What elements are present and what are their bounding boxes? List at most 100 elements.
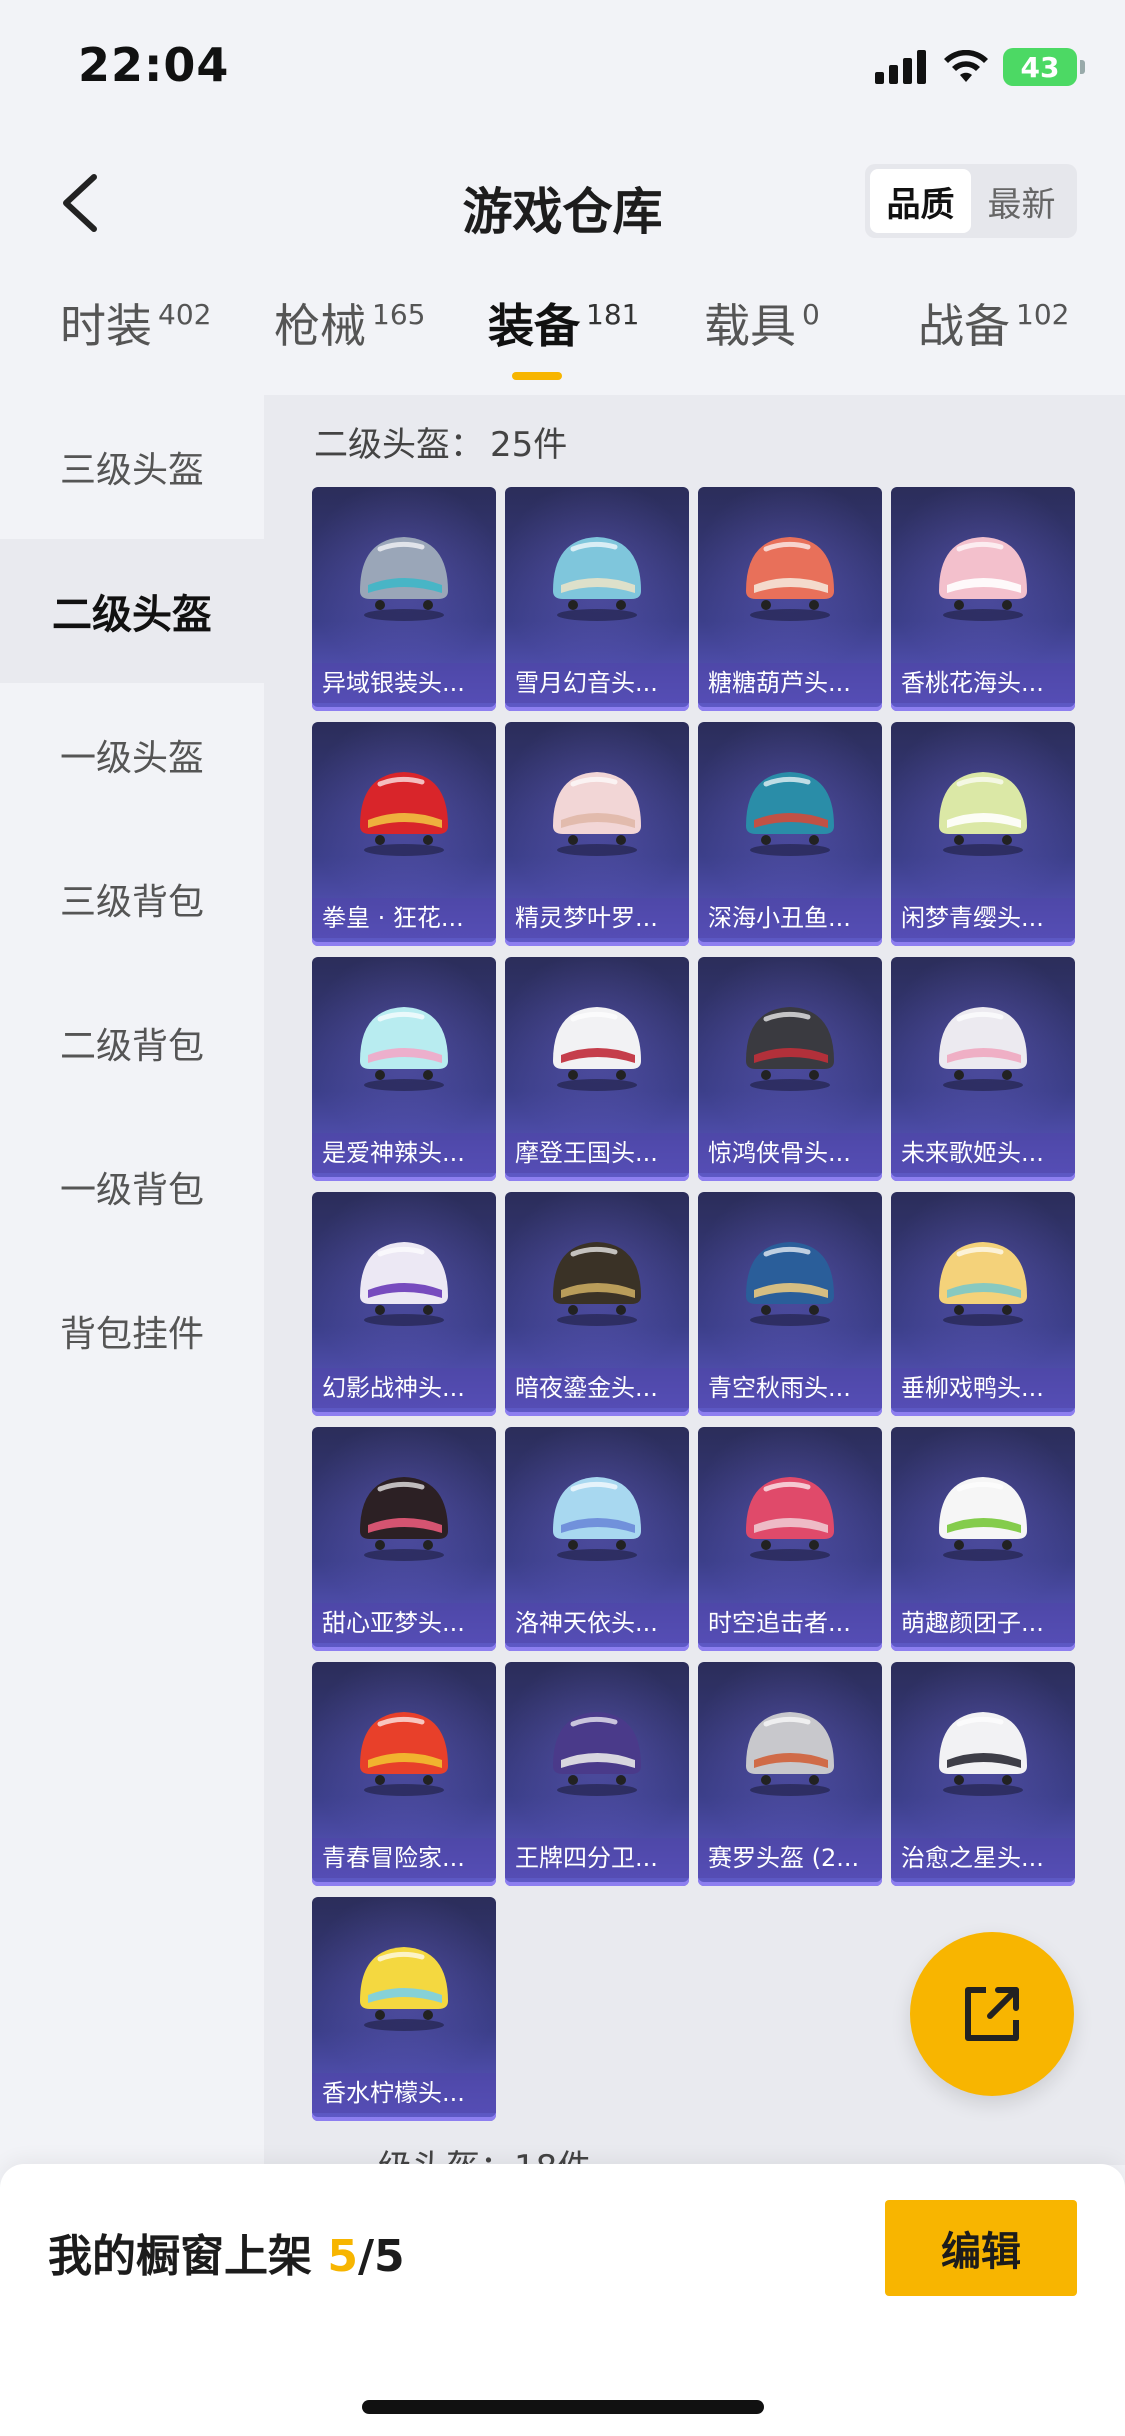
sidebar-item-level3-backpack[interactable]: 三级背包 (0, 827, 264, 971)
item-grid: 异域银装头... 雪月幻音头... 糖糖葫芦头... 香桃花海头... 拳皇 · 狂花.… (312, 487, 1075, 2121)
item-card[interactable]: 惊鸿侠骨头... (698, 957, 882, 1181)
status-icons: 43 (875, 48, 1085, 86)
item-name: 雪月幻音头... (505, 663, 689, 703)
item-card[interactable]: 垂柳戏鸭头... (891, 1192, 1075, 1416)
sidebar-item-level2-helmet[interactable]: 二级头盔 (0, 539, 264, 683)
item-card[interactable]: 摩登王国头... (505, 957, 689, 1181)
helmet-icon (360, 1947, 448, 2031)
item-name: 甜心亚梦头... (312, 1603, 496, 1643)
item-card[interactable]: 深海小丑鱼... (698, 722, 882, 946)
item-name: 时空追击者... (698, 1603, 882, 1643)
item-card[interactable]: 雪月幻音头... (505, 487, 689, 711)
next-section-title: 一级头盔：18件 (344, 2140, 591, 2165)
battery-icon: 43 (1003, 48, 1085, 86)
showcase-current: 5 (327, 2231, 358, 2282)
sort-option-quality[interactable]: 品质 (870, 169, 971, 233)
sidebar: 三级头盔 二级头盔 一级头盔 三级背包 二级背包 一级背包 背包挂件 (0, 395, 264, 2165)
item-card[interactable]: 精灵梦叶罗... (505, 722, 689, 946)
back-arrow-icon (63, 174, 97, 232)
item-card[interactable]: 治愈之星头... (891, 1662, 1075, 1886)
item-card[interactable]: 是爱神辣头... (312, 957, 496, 1181)
item-name: 摩登王国头... (505, 1133, 689, 1173)
sidebar-item-level1-backpack[interactable]: 一级背包 (0, 1115, 264, 1259)
helmet-icon (939, 1477, 1027, 1561)
item-name: 异域银装头... (312, 663, 496, 703)
item-card[interactable]: 甜心亚梦头... (312, 1427, 496, 1651)
helmet-icon (746, 1242, 834, 1326)
item-name: 未来歌姬头... (891, 1133, 1075, 1173)
item-card[interactable]: 时空追击者... (698, 1427, 882, 1651)
item-name: 惊鸿侠骨头... (698, 1133, 882, 1173)
helmet-icon (746, 1007, 834, 1091)
sidebar-item-level2-backpack[interactable]: 二级背包 (0, 971, 264, 1115)
edit-button[interactable]: 编辑 (885, 2200, 1077, 2296)
helmet-icon (746, 537, 834, 621)
bottom-bar: 我的橱窗上架 5/5 编辑 (0, 2164, 1125, 2436)
item-card[interactable]: 拳皇 · 狂花... (312, 722, 496, 946)
tab-vehicles[interactable]: 载具 0 (704, 290, 820, 356)
battery-level: 43 (1020, 50, 1060, 84)
item-card[interactable]: 未来歌姬头... (891, 957, 1075, 1181)
item-card[interactable]: 幻影战神头... (312, 1192, 496, 1416)
item-card[interactable]: 赛罗头盔 (2... (698, 1662, 882, 1886)
item-card[interactable]: 萌趣颜团子... (891, 1427, 1075, 1651)
status-bar: 22:04 43 (0, 0, 1125, 140)
item-name: 精灵梦叶罗... (505, 898, 689, 938)
tab-label: 枪械 (274, 299, 366, 353)
category-tabs: 时装 402 枪械 165 装备 181 载具 0 战备 102 (0, 280, 1125, 390)
sidebar-item-backpack-pendant[interactable]: 背包挂件 (0, 1259, 264, 1403)
item-name: 萌趣颜团子... (891, 1603, 1075, 1643)
tab-label: 装备 (488, 299, 580, 353)
section-title-label: 二级头盔： (314, 425, 484, 465)
item-content[interactable]: 二级头盔： 25件 异域银装头... 雪月幻音头... 糖糖葫芦头... 香桃花海头..… (264, 395, 1125, 2165)
sort-option-latest[interactable]: 最新 (971, 169, 1072, 233)
helmet-icon (360, 1242, 448, 1326)
sort-toggle: 品质 最新 (865, 164, 1077, 238)
helmet-icon (746, 772, 834, 856)
wifi-icon (944, 50, 988, 82)
item-name: 闲梦青缨头... (891, 898, 1075, 938)
active-tab-indicator (512, 372, 562, 380)
item-card[interactable]: 异域银装头... (312, 487, 496, 711)
tab-label: 载具 (704, 299, 796, 353)
section-title: 二级头盔： 25件 (314, 417, 567, 466)
tab-fashion[interactable]: 时装 402 (60, 290, 211, 356)
item-name: 王牌四分卫... (505, 1838, 689, 1878)
item-card[interactable]: 香水柠檬头... (312, 1897, 496, 2121)
helmet-icon (553, 537, 641, 621)
helmet-icon (360, 1477, 448, 1561)
helmet-icon (939, 1007, 1027, 1091)
tab-label: 战备 (918, 299, 1010, 353)
item-card[interactable]: 香桃花海头... (891, 487, 1075, 711)
sidebar-item-level1-helmet[interactable]: 一级头盔 (0, 683, 264, 827)
item-card[interactable]: 青春冒险家... (312, 1662, 496, 1886)
item-name: 是爱神辣头... (312, 1133, 496, 1173)
tab-firearms[interactable]: 枪械 165 (274, 290, 425, 356)
helmet-icon (939, 1242, 1027, 1326)
tab-count: 0 (802, 298, 820, 331)
tab-combat-gear[interactable]: 战备 102 (918, 290, 1069, 356)
helmet-icon (360, 537, 448, 621)
back-button[interactable] (50, 168, 110, 238)
item-card[interactable]: 青空秋雨头... (698, 1192, 882, 1416)
header: 游戏仓库 品质 最新 (0, 140, 1125, 260)
helmet-icon (360, 1007, 448, 1091)
tab-equipment[interactable]: 装备 181 (488, 290, 639, 356)
item-card[interactable]: 闲梦青缨头... (891, 722, 1075, 946)
tab-label: 时装 (60, 299, 152, 353)
showcase-label: 我的橱窗上架 (48, 2231, 312, 2282)
tab-count: 402 (158, 298, 212, 331)
home-indicator[interactable] (362, 2400, 764, 2414)
item-card[interactable]: 糖糖葫芦头... (698, 487, 882, 711)
tab-count: 102 (1016, 298, 1070, 331)
item-card[interactable]: 王牌四分卫... (505, 1662, 689, 1886)
helmet-icon (360, 772, 448, 856)
tab-count: 165 (372, 298, 426, 331)
item-card[interactable]: 洛神天依头... (505, 1427, 689, 1651)
helmet-icon (553, 1477, 641, 1561)
share-button[interactable] (910, 1932, 1074, 2096)
sidebar-item-level3-helmet[interactable]: 三级头盔 (0, 395, 264, 539)
item-name: 治愈之星头... (891, 1838, 1075, 1878)
helmet-icon (939, 772, 1027, 856)
item-card[interactable]: 暗夜鎏金头... (505, 1192, 689, 1416)
